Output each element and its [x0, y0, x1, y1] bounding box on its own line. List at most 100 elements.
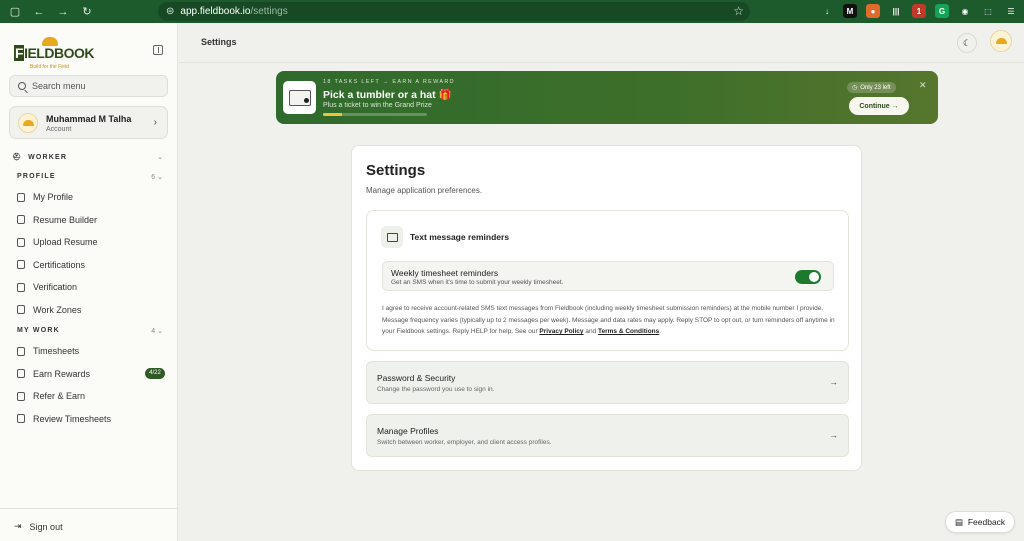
logo-wordmark: FIELDBOOK: [14, 45, 94, 61]
sidebar-item-label: Review Timesheets: [33, 413, 112, 424]
account-switcher[interactable]: Muhammad M Talha Account ›: [9, 106, 168, 139]
weekly-reminder-title: Weekly timesheet reminders: [391, 268, 499, 278]
extension-orange-icon[interactable]: ●: [866, 4, 880, 18]
page-title: Settings: [201, 37, 237, 47]
grammarly-icon[interactable]: G: [935, 4, 949, 18]
extension-m-icon[interactable]: M: [843, 4, 857, 18]
extension-red-badge-icon[interactable]: 1: [912, 4, 926, 18]
site-info-icon[interactable]: ⊜: [166, 6, 174, 17]
menu-icon[interactable]: ☰: [1004, 4, 1018, 18]
sidebar-item-label: Refer & Earn: [33, 391, 86, 401]
reward-progress-bar: [323, 113, 427, 116]
stock-pill: ◷ Only 23 left: [847, 82, 896, 93]
chevron-down-icon[interactable]: ⌄: [157, 153, 163, 161]
extensions-bar: ↓ M ● ||| 1 G ◉ ⬚ ☰: [820, 4, 1018, 18]
user-avatar[interactable]: [990, 30, 1012, 52]
chat-icon: ▤: [954, 516, 963, 527]
extension-globe-icon[interactable]: ◉: [958, 4, 972, 18]
sms-reminders-panel: Text message reminders Weekly timesheet …: [366, 210, 849, 351]
weekly-reminder-toggle[interactable]: [795, 270, 821, 284]
download-icon[interactable]: ↓: [820, 4, 834, 18]
bookmark-star-icon[interactable]: ☆: [733, 4, 744, 18]
address-bar[interactable]: ⊜ app.fieldbook.io/settings ☆: [158, 2, 750, 21]
gift-icon: [17, 391, 25, 401]
clipboard-icon: [17, 346, 25, 356]
hard-hat-icon: ⛑: [12, 154, 23, 161]
url-path: /settings: [250, 6, 288, 17]
sidebar-item-work-zones[interactable]: Work Zones: [17, 302, 167, 318]
sidebar-item-verification[interactable]: Verification: [17, 279, 167, 295]
reward-progress-fill: [323, 113, 342, 116]
search-icon: [18, 82, 26, 90]
message-icon: [381, 226, 403, 248]
sidebar-item-label: Resume Builder: [33, 214, 98, 225]
account-role: Account: [46, 126, 72, 133]
close-icon[interactable]: ✕: [919, 80, 927, 91]
reward-banner: 18 TASKS LEFT → EARN A REWARD Pick a tum…: [276, 71, 938, 124]
extensions-puzzle-icon[interactable]: ⬚: [981, 4, 995, 18]
document-icon: [17, 215, 25, 224]
moon-icon: ☾: [962, 37, 972, 48]
sidebar-item-upload-resume[interactable]: Upload Resume: [17, 234, 167, 250]
user-icon: [17, 192, 25, 202]
page-header: Settings ☾: [179, 23, 1024, 63]
sign-out-icon: ⇥: [14, 521, 22, 531]
chevron-right-icon: ›: [153, 117, 157, 128]
manage-profiles-title: Manage Profiles: [377, 426, 439, 436]
extension-bars-icon[interactable]: |||: [889, 4, 903, 18]
sidebar-item-resume-builder[interactable]: Resume Builder: [17, 212, 167, 228]
password-security-desc: Change the password you use to sign in.: [377, 386, 495, 393]
terms-link[interactable]: Terms & Conditions: [598, 328, 659, 335]
forward-icon[interactable]: →: [56, 5, 70, 19]
account-name: Muhammad M Talha: [46, 114, 132, 124]
password-security-row[interactable]: Password & Security Change the password …: [366, 361, 849, 404]
sidebar-item-label: Timesheets: [33, 346, 80, 356]
continue-button[interactable]: Continue →: [849, 97, 909, 115]
reload-icon[interactable]: ↻: [80, 5, 94, 19]
search-input[interactable]: Search menu: [9, 75, 168, 97]
dark-mode-toggle[interactable]: ☾: [957, 33, 977, 53]
fieldbook-logo[interactable]: FIELDBOOK Build for the Field: [14, 37, 94, 71]
sms-consent-text: I agree to receive account-related SMS t…: [382, 305, 835, 335]
sidebar-item-timesheets[interactable]: Timesheets: [17, 343, 167, 359]
sidebar-item-label: Work Zones: [33, 304, 82, 315]
sidebar-item-label: Verification: [33, 282, 78, 292]
privacy-policy-link[interactable]: Privacy Policy: [539, 328, 583, 335]
sidebar-item-my-profile[interactable]: My Profile: [17, 189, 167, 205]
url-host: app.fieldbook.io: [180, 6, 251, 17]
sign-out-button[interactable]: ⇥ Sign out: [14, 521, 63, 532]
sidebar-toggle-icon[interactable]: ▢: [8, 5, 22, 19]
manage-profiles-desc: Switch between worker, employer, and cli…: [377, 439, 552, 446]
profile-section-count: 6 ⌄: [151, 174, 163, 181]
browser-nav: ▢ ← → ↻: [0, 5, 160, 19]
divider: [0, 508, 177, 509]
feedback-button[interactable]: ▤ Feedback: [945, 511, 1015, 533]
banner-headline: Pick a tumbler or a hat 🎁: [323, 89, 452, 101]
banner-subtext: Plus a ticket to win the Grand Prize: [323, 102, 432, 109]
shield-check-icon: [17, 282, 25, 292]
sidebar-item-review-timesheets[interactable]: Review Timesheets: [17, 411, 167, 427]
my-work-section-header[interactable]: MY WORK: [17, 327, 60, 334]
back-icon[interactable]: ←: [32, 5, 46, 19]
reward-image: [283, 81, 316, 114]
sidebar-item-refer-earn[interactable]: Refer & Earn: [17, 388, 167, 404]
sidebar-item-label: My Profile: [33, 192, 74, 202]
sidebar-item-label: Upload Resume: [33, 237, 98, 247]
collapse-sidebar-icon[interactable]: [153, 45, 163, 55]
weekly-reminder-desc: Get an SMS when it's time to submit your…: [391, 279, 564, 286]
logo-tagline: Build for the Field: [30, 64, 69, 70]
profile-section-header[interactable]: PROFILE: [17, 173, 56, 180]
sidebar-item-certifications[interactable]: Certifications: [17, 257, 167, 273]
clock-icon: ◷: [852, 85, 858, 91]
sms-section-title: Text message reminders: [410, 232, 510, 242]
banner-kicker: 18 TASKS LEFT → EARN A REWARD: [323, 79, 455, 85]
settings-title: Settings: [366, 162, 426, 179]
sidebar: FIELDBOOK Build for the Field Search men…: [0, 23, 178, 541]
sidebar-item-label: Earn Rewards: [33, 368, 91, 379]
avatar: [18, 113, 38, 133]
rewards-count-badge: 4/22: [145, 367, 165, 379]
password-security-title: Password & Security: [377, 373, 456, 383]
manage-profiles-row[interactable]: Manage Profiles Switch between worker, e…: [366, 414, 849, 457]
sidebar-item-label: Certifications: [33, 259, 86, 270]
role-section-header[interactable]: ⛑ WORKER: [12, 153, 67, 162]
